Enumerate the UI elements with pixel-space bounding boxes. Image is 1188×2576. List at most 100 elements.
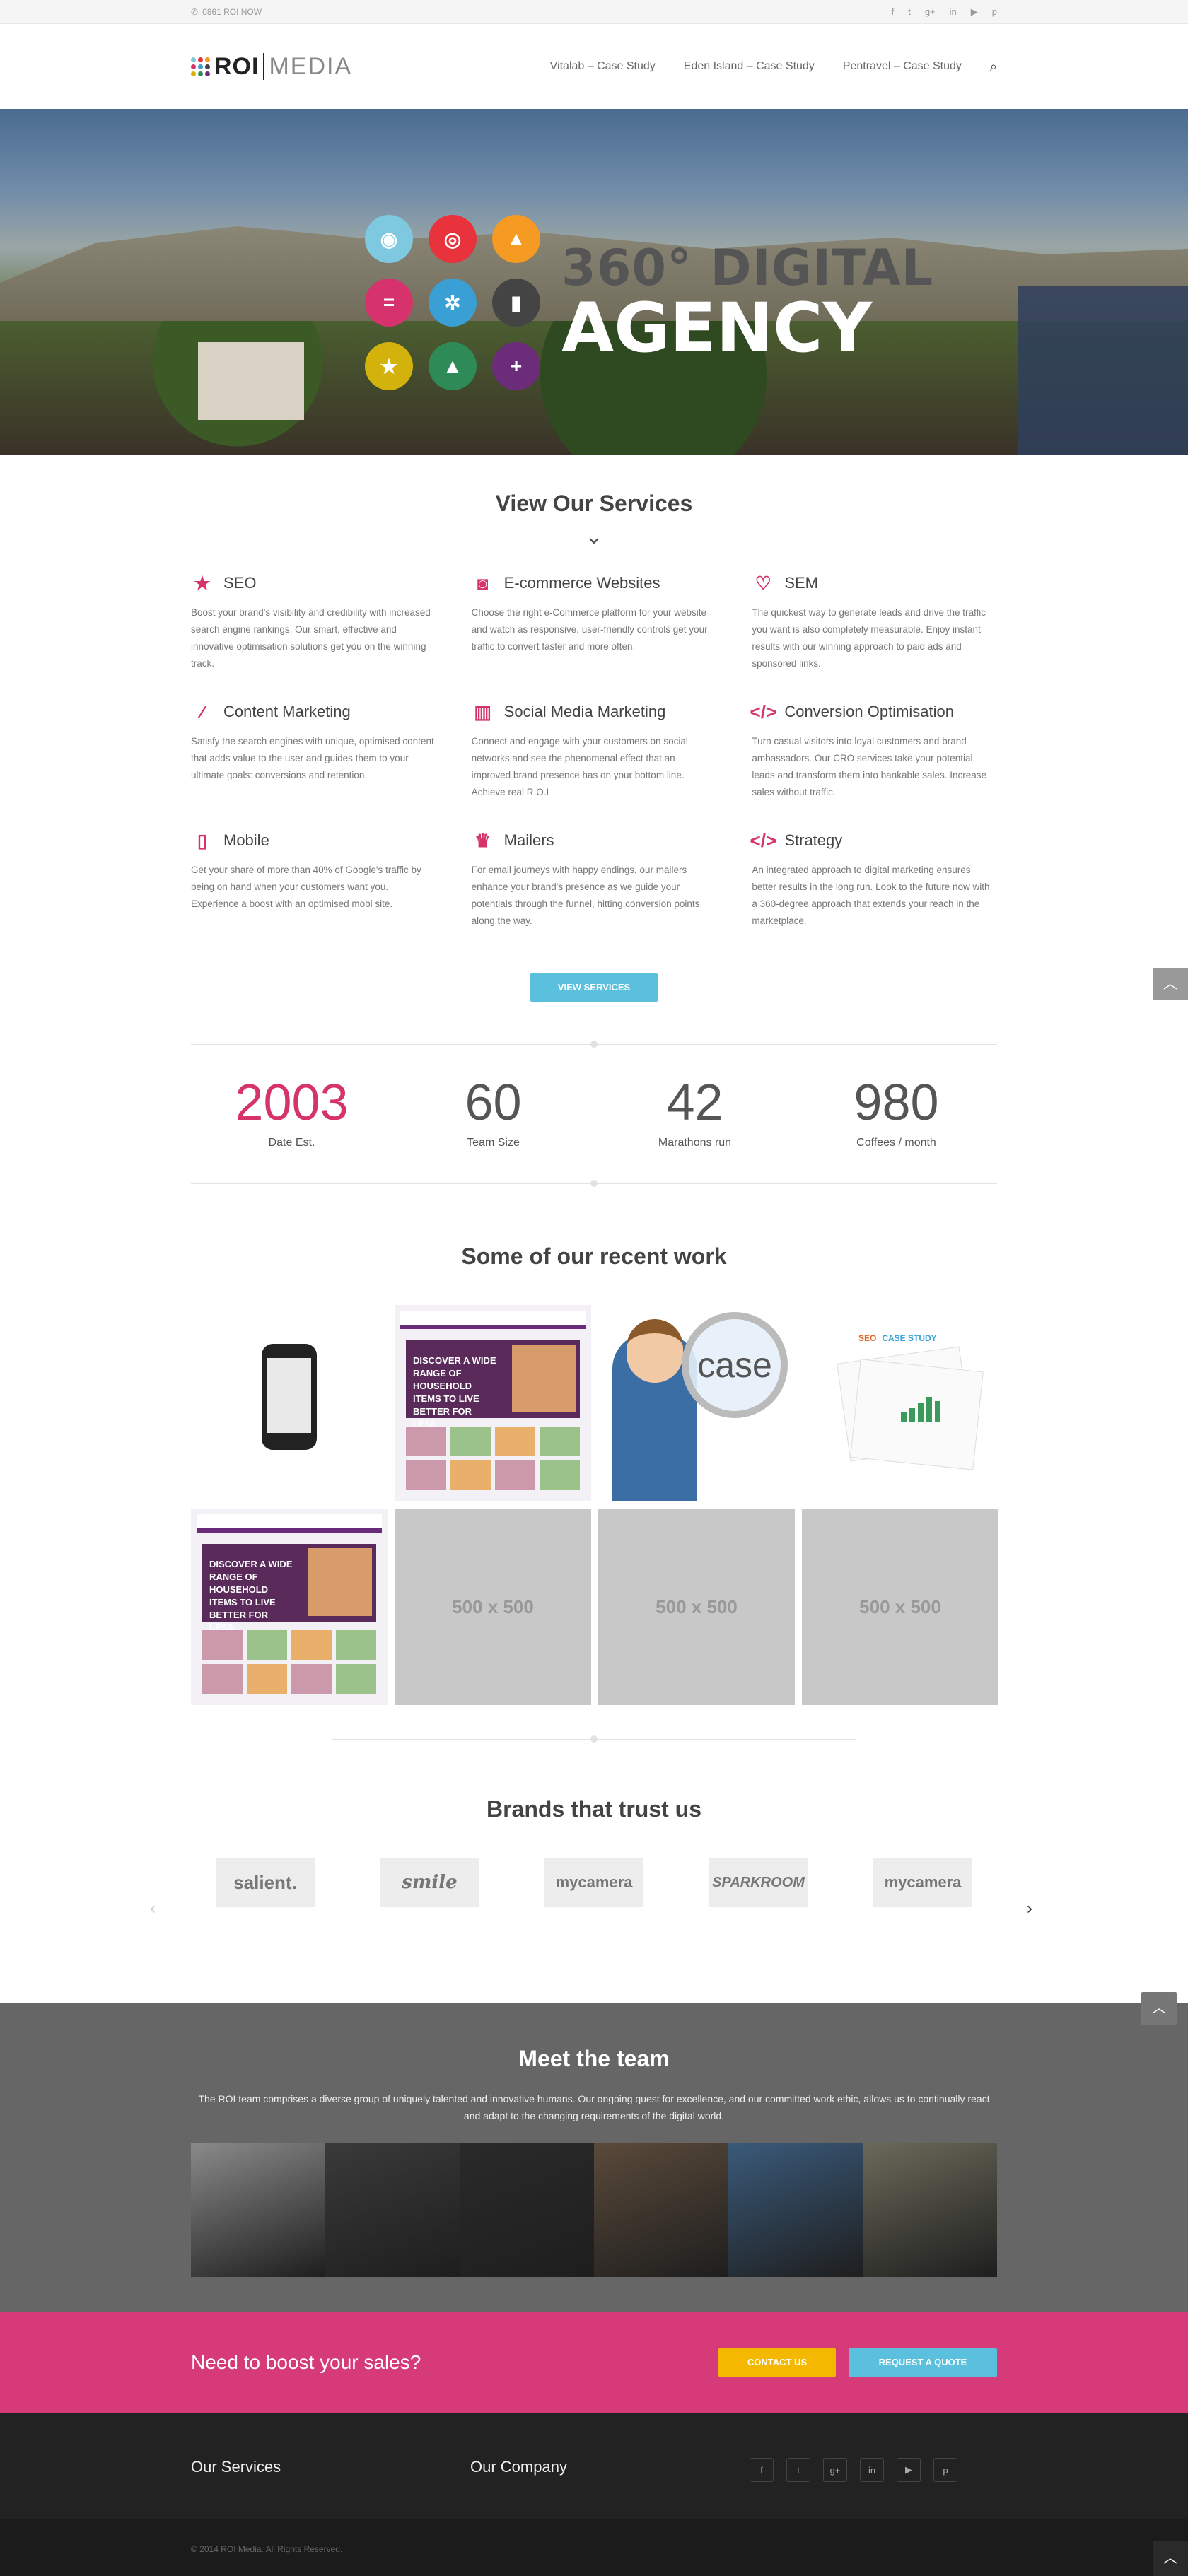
nav-eden-island[interactable]: Eden Island – Case Study (684, 60, 815, 73)
hero-building-left (198, 342, 304, 420)
scroll-to-top-button[interactable]: ︿ (1141, 1992, 1177, 2025)
youtube-icon[interactable]: ▶ (897, 2458, 921, 2482)
team-member-photo[interactable] (460, 2143, 594, 2277)
team-member-photo[interactable] (728, 2143, 863, 2277)
stat-label: Team Size (467, 1137, 520, 1149)
hero-building-right (1018, 286, 1188, 455)
service-title[interactable]: SEO (223, 574, 256, 592)
team-member-photo[interactable] (594, 2143, 728, 2277)
recent-work-grid: DISCOVER A WIDE RANGE OF HOUSEHOLD ITEMS… (191, 1305, 998, 1705)
service-title[interactable]: E-commerce Websites (504, 574, 660, 592)
work-tile-seo-case[interactable]: SEO CASE STUDY (802, 1305, 998, 1501)
stats-row: 2003 Date Est. 60 Team Size 42 Marathons run 9… (191, 1045, 997, 1183)
divider (332, 1735, 856, 1743)
contact-us-button[interactable]: CONTACT US (718, 2348, 836, 2377)
footer-our-company[interactable]: Our Company (470, 2458, 750, 2482)
service-description: Get your share of more than 40% of Googl… (191, 865, 421, 909)
service-item: ★ SEO Boost your brand's visibility and cr… (191, 572, 436, 672)
twitter-icon[interactable]: t (908, 6, 911, 18)
brand-logo-smile: smile (380, 1858, 479, 1907)
google-plus-icon[interactable]: g+ (823, 2458, 847, 2482)
stat-item: 60 Team Size (392, 1077, 594, 1149)
divider (191, 1180, 997, 1187)
hero-line-1: 360° DIGITAL (561, 239, 934, 297)
arrow-up-icon: ▲ (429, 342, 477, 390)
linkedin-icon[interactable]: in (860, 2458, 884, 2482)
target-icon: ◎ (429, 215, 477, 263)
stat-value: 60 (465, 1075, 522, 1131)
twitter-icon[interactable]: t (786, 2458, 810, 2482)
hero-line-2: AGENCY (561, 288, 872, 368)
facebook-icon[interactable]: f (750, 2458, 774, 2482)
youtube-icon[interactable]: ▶ (971, 6, 978, 18)
work-tile-placeholder[interactable]: 500 x 500 (395, 1509, 591, 1705)
search-icon[interactable]: ⌕ (990, 59, 997, 74)
bars-icon: = (365, 279, 413, 327)
nav-vitalab[interactable]: Vitalab – Case Study (550, 60, 656, 73)
scroll-to-top-button[interactable]: ︿ (1153, 2541, 1188, 2576)
chevron-down-icon[interactable]: ⌄ (191, 527, 997, 548)
linkedin-icon[interactable]: in (950, 6, 957, 18)
cta-band: Need to boost your sales? CONTACT US REQ… (0, 2312, 1188, 2413)
facebook-icon[interactable]: f (892, 6, 895, 18)
brands-title: Brands that trust us (486, 1796, 702, 1822)
work-tile-mambos[interactable]: DISCOVER A WIDE RANGE OF HOUSEHOLD ITEMS… (395, 1305, 591, 1501)
view-services-button[interactable]: VIEW SERVICES (530, 973, 658, 1002)
work-tile-mambos-2[interactable]: DISCOVER A WIDE RANGE OF HOUSEHOLD ITEMS… (191, 1509, 388, 1705)
bar-chart-icon: ▥ (474, 701, 491, 722)
star-icon: ★ (365, 342, 413, 390)
scroll-to-top-button[interactable]: ︿ (1153, 968, 1188, 1000)
team-member-photo[interactable] (863, 2143, 997, 2277)
phone-icon: ✆ (191, 7, 199, 17)
sub-footer: © 2014 ROI Media. All Rights Reserved. ︿ (0, 2519, 1188, 2576)
pinterest-icon[interactable]: p (992, 6, 997, 18)
service-title[interactable]: Strategy (784, 831, 842, 850)
brand-logo-mycamera-2: mycamera (873, 1858, 972, 1907)
service-title[interactable]: Social Media Marketing (504, 703, 666, 721)
mobile-phone-image (262, 1344, 317, 1450)
logo[interactable]: ROI MEDIA (191, 53, 352, 81)
team-title: Meet the team (518, 2046, 670, 2071)
service-title[interactable]: Mobile (223, 831, 269, 850)
footer-social-links: f t g+ in ▶ p (750, 2458, 957, 2482)
work-tile-placeholder[interactable]: 500 x 500 (802, 1509, 998, 1705)
seo-case-label: CASE STUDY (882, 1333, 937, 1343)
service-title[interactable]: Content Marketing (223, 703, 351, 721)
stat-item: 2003 Date Est. (191, 1077, 392, 1149)
work-tile-case-study[interactable]: case (598, 1305, 795, 1501)
team-member-photo[interactable] (325, 2143, 460, 2277)
work-tile-mobile[interactable] (191, 1305, 388, 1501)
carousel-next-icon[interactable]: › (1027, 1899, 1032, 1919)
logo-separator (263, 53, 265, 80)
network-icon: ✲ (429, 279, 477, 327)
service-description: An integrated approach to digital market… (752, 865, 990, 926)
service-title[interactable]: Conversion Optimisation (784, 703, 954, 721)
main-nav: Vitalab – Case Study Eden Island – Case … (550, 59, 997, 74)
stat-value: 42 (666, 1075, 723, 1131)
stat-label: Date Est. (268, 1137, 315, 1149)
nav-pentravel[interactable]: Pentravel – Case Study (843, 60, 962, 73)
work-tile-placeholder[interactable]: 500 x 500 (598, 1509, 795, 1705)
site-header: ROI MEDIA Vitalab – Case Study Eden Isla… (0, 24, 1188, 109)
service-title[interactable]: SEM (784, 574, 818, 592)
service-item: ⁄ Content Marketing Satisfy the search eng… (191, 701, 436, 801)
service-description: Connect and engage with your customers o… (471, 736, 688, 797)
google-plus-icon[interactable]: g+ (925, 6, 936, 18)
service-description: Satisfy the search engines with unique, … (191, 736, 434, 780)
phone-number: ✆ 0861 ROI NOW (191, 7, 262, 17)
top-bar: ✆ 0861 ROI NOW f t g+ in ▶ p (0, 0, 1188, 24)
mobile-icon: ▮ (492, 279, 540, 327)
request-quote-button[interactable]: REQUEST A QUOTE (849, 2348, 997, 2377)
cta-text: Need to boost your sales? (191, 2351, 421, 2373)
service-item: ◙ E-commerce Websites Choose the right e-C… (472, 572, 717, 672)
team-member-photo[interactable] (191, 2143, 325, 2277)
logo-dots-icon (191, 57, 210, 76)
service-description: Boost your brand's visibility and credib… (191, 607, 431, 669)
plus-icon: + (492, 342, 540, 390)
carousel-prev-icon[interactable]: ‹ (150, 1899, 156, 1919)
footer-our-services[interactable]: Our Services (191, 2458, 470, 2482)
service-title[interactable]: Mailers (504, 831, 554, 850)
pinterest-icon[interactable]: p (933, 2458, 957, 2482)
service-description: For email journeys with happy endings, o… (471, 865, 700, 926)
camera-icon: ◙ (477, 572, 489, 594)
